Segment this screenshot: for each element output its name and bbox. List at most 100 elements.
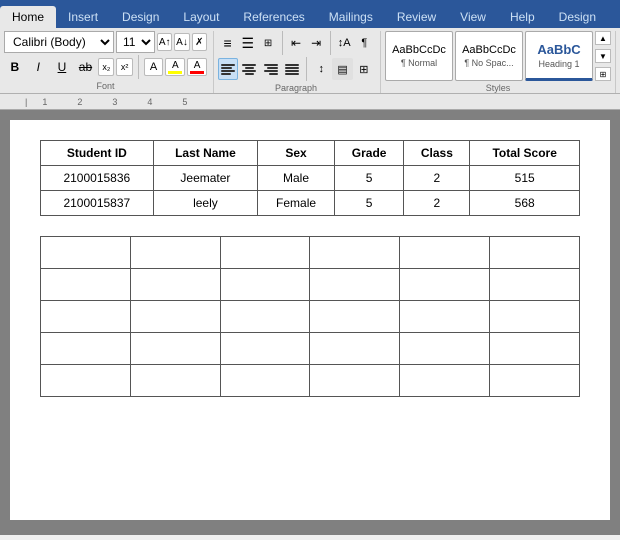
col-header-student-id: Student ID xyxy=(41,141,154,166)
empty-cell xyxy=(400,365,490,397)
ruler: | 1 2 3 4 5 xyxy=(0,94,620,110)
empty-table xyxy=(40,236,580,397)
sep3 xyxy=(330,31,331,55)
font-section-label: Font xyxy=(4,81,207,91)
empty-cell xyxy=(310,365,400,397)
table-row xyxy=(41,269,580,301)
table-row xyxy=(41,237,580,269)
col-header-class: Class xyxy=(404,141,470,166)
sort-button[interactable]: ↕A xyxy=(335,32,354,54)
align-left-button[interactable] xyxy=(218,58,238,80)
col-header-total-score: Total Score xyxy=(470,141,580,166)
empty-cell xyxy=(220,269,310,301)
tab-help[interactable]: Help xyxy=(498,6,547,28)
shrink-font-button[interactable]: A↓ xyxy=(174,33,189,51)
style-normal[interactable]: AaBbCcDc ¶ Normal xyxy=(385,31,453,81)
underline-button[interactable]: U xyxy=(51,56,73,78)
empty-cell xyxy=(130,237,220,269)
font-size-select[interactable]: 11 xyxy=(116,31,155,53)
tab-home[interactable]: Home xyxy=(0,6,56,28)
align-center-button[interactable] xyxy=(239,58,259,80)
empty-cell xyxy=(310,301,400,333)
superscript-button[interactable]: x² xyxy=(116,58,132,76)
cell-sex-1: Male xyxy=(258,166,335,191)
tab-mailings[interactable]: Mailings xyxy=(317,6,385,28)
tab-layout[interactable]: Layout xyxy=(171,6,231,28)
tab-insert[interactable]: Insert xyxy=(56,6,110,28)
font-color-button[interactable]: A xyxy=(187,58,207,76)
styles-expand[interactable]: ⊞ xyxy=(595,67,611,81)
justify-button[interactable] xyxy=(282,58,302,80)
align-right-button[interactable] xyxy=(261,58,281,80)
table-row xyxy=(41,301,580,333)
empty-cell xyxy=(490,333,580,365)
border-button[interactable]: ⊞ xyxy=(354,58,374,80)
empty-cell xyxy=(490,365,580,397)
col-header-last-name: Last Name xyxy=(153,141,258,166)
empty-cell xyxy=(220,237,310,269)
tab-layout2[interactable]: Layout xyxy=(608,6,620,28)
empty-cell xyxy=(41,237,131,269)
empty-cell xyxy=(310,237,400,269)
data-table: Student ID Last Name Sex Grade Class Tot… xyxy=(40,140,580,216)
cell-student-id-2: 2100015837 xyxy=(41,191,154,216)
font-name-select[interactable]: Calibri (Body) xyxy=(4,31,114,53)
text-highlight-button[interactable]: A xyxy=(165,58,185,76)
italic-button[interactable]: I xyxy=(28,56,50,78)
cell-class-2: 2 xyxy=(404,191,470,216)
cell-score-1: 515 xyxy=(470,166,580,191)
strikethrough-button[interactable]: ab xyxy=(75,56,97,78)
empty-cell xyxy=(400,301,490,333)
bullets-button[interactable]: ≡ xyxy=(218,32,237,54)
empty-cell xyxy=(220,301,310,333)
empty-cell xyxy=(41,333,131,365)
bold-button[interactable]: B xyxy=(4,56,26,78)
empty-cell xyxy=(310,269,400,301)
text-effect-button[interactable]: A xyxy=(144,58,164,76)
styles-gallery: AaBbCcDc ¶ Normal AaBbCcDc ¶ No Spac... … xyxy=(385,31,611,81)
show-marks-button[interactable]: ¶ xyxy=(355,32,374,54)
ribbon: Calibri (Body) 11 A↑ A↓ ✗ B I U ab x₂ x²… xyxy=(0,28,620,94)
multilevel-list-button[interactable]: ⊞ xyxy=(258,32,277,54)
grow-font-button[interactable]: A↑ xyxy=(157,33,172,51)
numbering-button[interactable]: ☰ xyxy=(238,32,257,54)
empty-cell xyxy=(130,365,220,397)
document-area[interactable]: Student ID Last Name Sex Grade Class Tot… xyxy=(0,110,620,535)
empty-cell xyxy=(490,301,580,333)
style-nospace[interactable]: AaBbCcDc ¶ No Spac... xyxy=(455,31,523,81)
styles-scroll: ▲ ▼ ⊞ xyxy=(595,31,611,81)
document-page: Student ID Last Name Sex Grade Class Tot… xyxy=(10,120,610,520)
cell-last-name-2: leely xyxy=(153,191,258,216)
subscript-button[interactable]: x₂ xyxy=(98,58,114,76)
style-heading1[interactable]: AaBbC Heading 1 xyxy=(525,31,593,81)
paragraph-section-label: Paragraph xyxy=(218,83,374,93)
cell-class-1: 2 xyxy=(404,166,470,191)
empty-cell xyxy=(130,269,220,301)
tab-design[interactable]: Design xyxy=(110,6,171,28)
line-spacing-button[interactable]: ↕ xyxy=(311,58,331,80)
tab-references[interactable]: References xyxy=(231,6,316,28)
styles-scroll-up[interactable]: ▲ xyxy=(595,31,611,45)
empty-cell xyxy=(41,269,131,301)
shading-button[interactable]: ▤ xyxy=(332,58,352,80)
tab-view[interactable]: View xyxy=(448,6,498,28)
table-header-row: Student ID Last Name Sex Grade Class Tot… xyxy=(41,141,580,166)
styles-scroll-down[interactable]: ▼ xyxy=(595,49,611,63)
table-row xyxy=(41,365,580,397)
styles-section-label: Styles xyxy=(385,83,611,93)
tab-review[interactable]: Review xyxy=(385,6,448,28)
tab-design2[interactable]: Design xyxy=(547,6,608,28)
sep4 xyxy=(306,57,307,81)
empty-cell xyxy=(400,269,490,301)
cell-grade-1: 5 xyxy=(334,166,404,191)
decrease-indent-button[interactable]: ⇤ xyxy=(286,32,305,54)
empty-cell xyxy=(220,365,310,397)
clear-format-button[interactable]: ✗ xyxy=(192,33,207,51)
empty-cell xyxy=(400,237,490,269)
empty-cell xyxy=(41,365,131,397)
empty-cell xyxy=(220,333,310,365)
col-header-grade: Grade xyxy=(334,141,404,166)
table-row: 2100015837 leely Female 5 2 568 xyxy=(41,191,580,216)
cell-sex-2: Female xyxy=(258,191,335,216)
increase-indent-button[interactable]: ⇥ xyxy=(307,32,326,54)
